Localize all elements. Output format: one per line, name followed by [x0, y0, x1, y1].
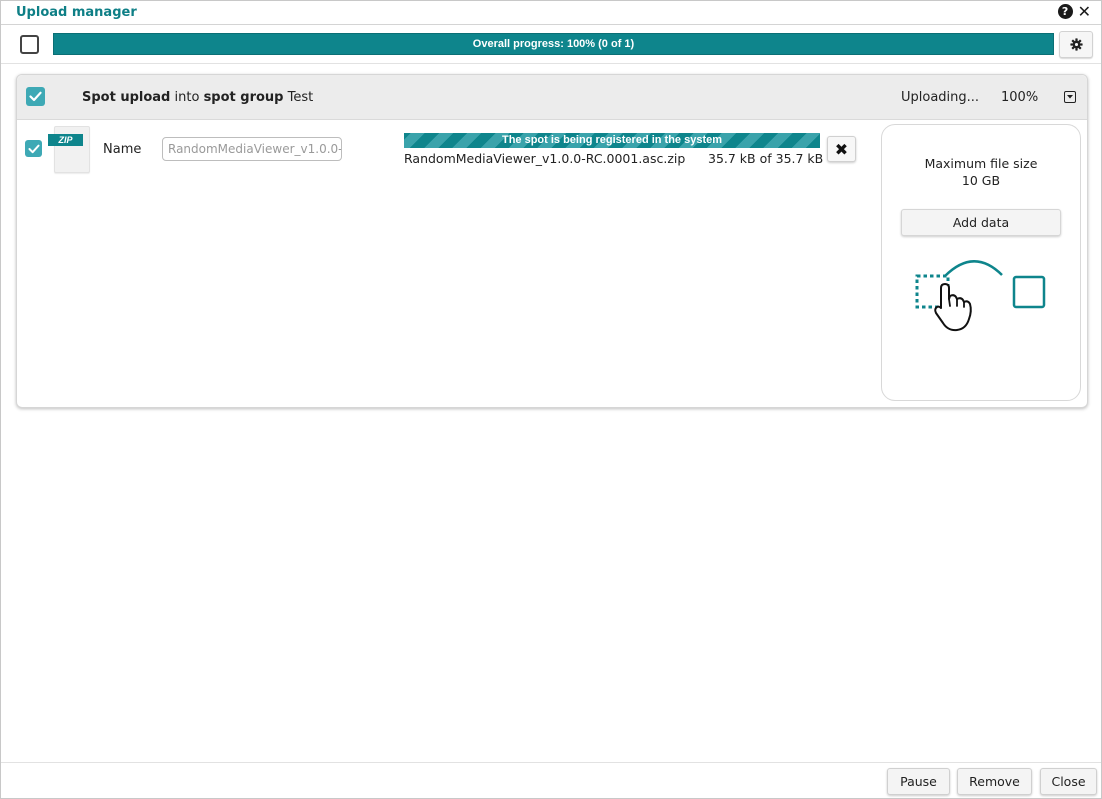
- upload-group-card: Spot upload into spot group Test Uploadi…: [16, 74, 1088, 408]
- file-name-value: RandomMediaViewer_v1.0.0-RC.0001: [168, 142, 341, 156]
- file-type-badge: ZIP: [48, 134, 83, 146]
- overall-progress-bar: Overall progress: 100% (0 of 1): [53, 33, 1054, 55]
- title-bar: Upload manager ? ✕: [1, 1, 1101, 25]
- file-size: 35.7 kB of 35.7 kB: [708, 151, 824, 166]
- settings-button[interactable]: [1059, 31, 1093, 58]
- remove-file-button[interactable]: ✖: [827, 136, 856, 162]
- remove-button[interactable]: Remove: [957, 768, 1032, 795]
- window-title: Upload manager: [16, 5, 137, 20]
- checkmark-icon: [29, 91, 42, 102]
- drag-and-drop-icon: [915, 260, 1046, 332]
- chevron-down-icon: [1067, 95, 1073, 99]
- group-title-target-type: spot group: [203, 90, 284, 105]
- drop-zone[interactable]: Maximum file size 10 GB Add data: [881, 124, 1081, 401]
- file-name-input[interactable]: RandomMediaViewer_v1.0.0-RC.0001: [162, 137, 342, 161]
- group-title-into: into: [174, 90, 200, 105]
- gear-icon: [1069, 38, 1083, 51]
- file-name: RandomMediaViewer_v1.0.0-RC.0001.asc.zip: [404, 151, 686, 166]
- group-title-target-name: Test: [287, 90, 314, 105]
- file-checkbox[interactable]: [25, 140, 42, 157]
- group-title-upload-type: Spot upload: [82, 90, 171, 105]
- close-button[interactable]: Close: [1040, 768, 1097, 795]
- file-progress-bar: The spot is being registered in the syst…: [404, 133, 820, 148]
- overall-progress-row: Overall progress: 100% (0 of 1): [1, 26, 1101, 64]
- upload-group-header: Spot upload into spot group Test Uploadi…: [17, 75, 1087, 120]
- max-file-size-label: Maximum file size: [924, 156, 1038, 171]
- close-icon: ✖: [834, 139, 849, 159]
- select-all-checkbox[interactable]: [20, 35, 39, 54]
- add-data-button[interactable]: Add data: [901, 209, 1061, 236]
- group-title: Spot upload into spot group Test: [82, 90, 313, 105]
- close-icon[interactable]: ✕: [1078, 4, 1091, 20]
- pause-button[interactable]: Pause: [887, 768, 950, 795]
- file-progress-text: The spot is being registered in the syst…: [501, 134, 723, 146]
- name-label: Name: [103, 142, 142, 157]
- group-checkbox[interactable]: [26, 87, 45, 106]
- collapse-icon[interactable]: [1064, 91, 1076, 103]
- footer: Pause Remove Close: [1, 762, 1101, 799]
- overall-progress-text: Overall progress: 100% (0 of 1): [472, 38, 635, 50]
- title-icons: ? ✕: [1057, 4, 1091, 20]
- max-file-size-value: 10 GB: [961, 173, 1001, 188]
- help-icon[interactable]: ?: [1057, 4, 1073, 19]
- checkmark-icon: [27, 144, 40, 153]
- group-percent: 100%: [1001, 90, 1039, 105]
- upload-manager-window: Upload manager ? ✕ Overall progress: 100…: [0, 0, 1102, 799]
- group-status: Uploading...: [901, 90, 980, 105]
- zip-file-icon: ZIP: [48, 126, 90, 173]
